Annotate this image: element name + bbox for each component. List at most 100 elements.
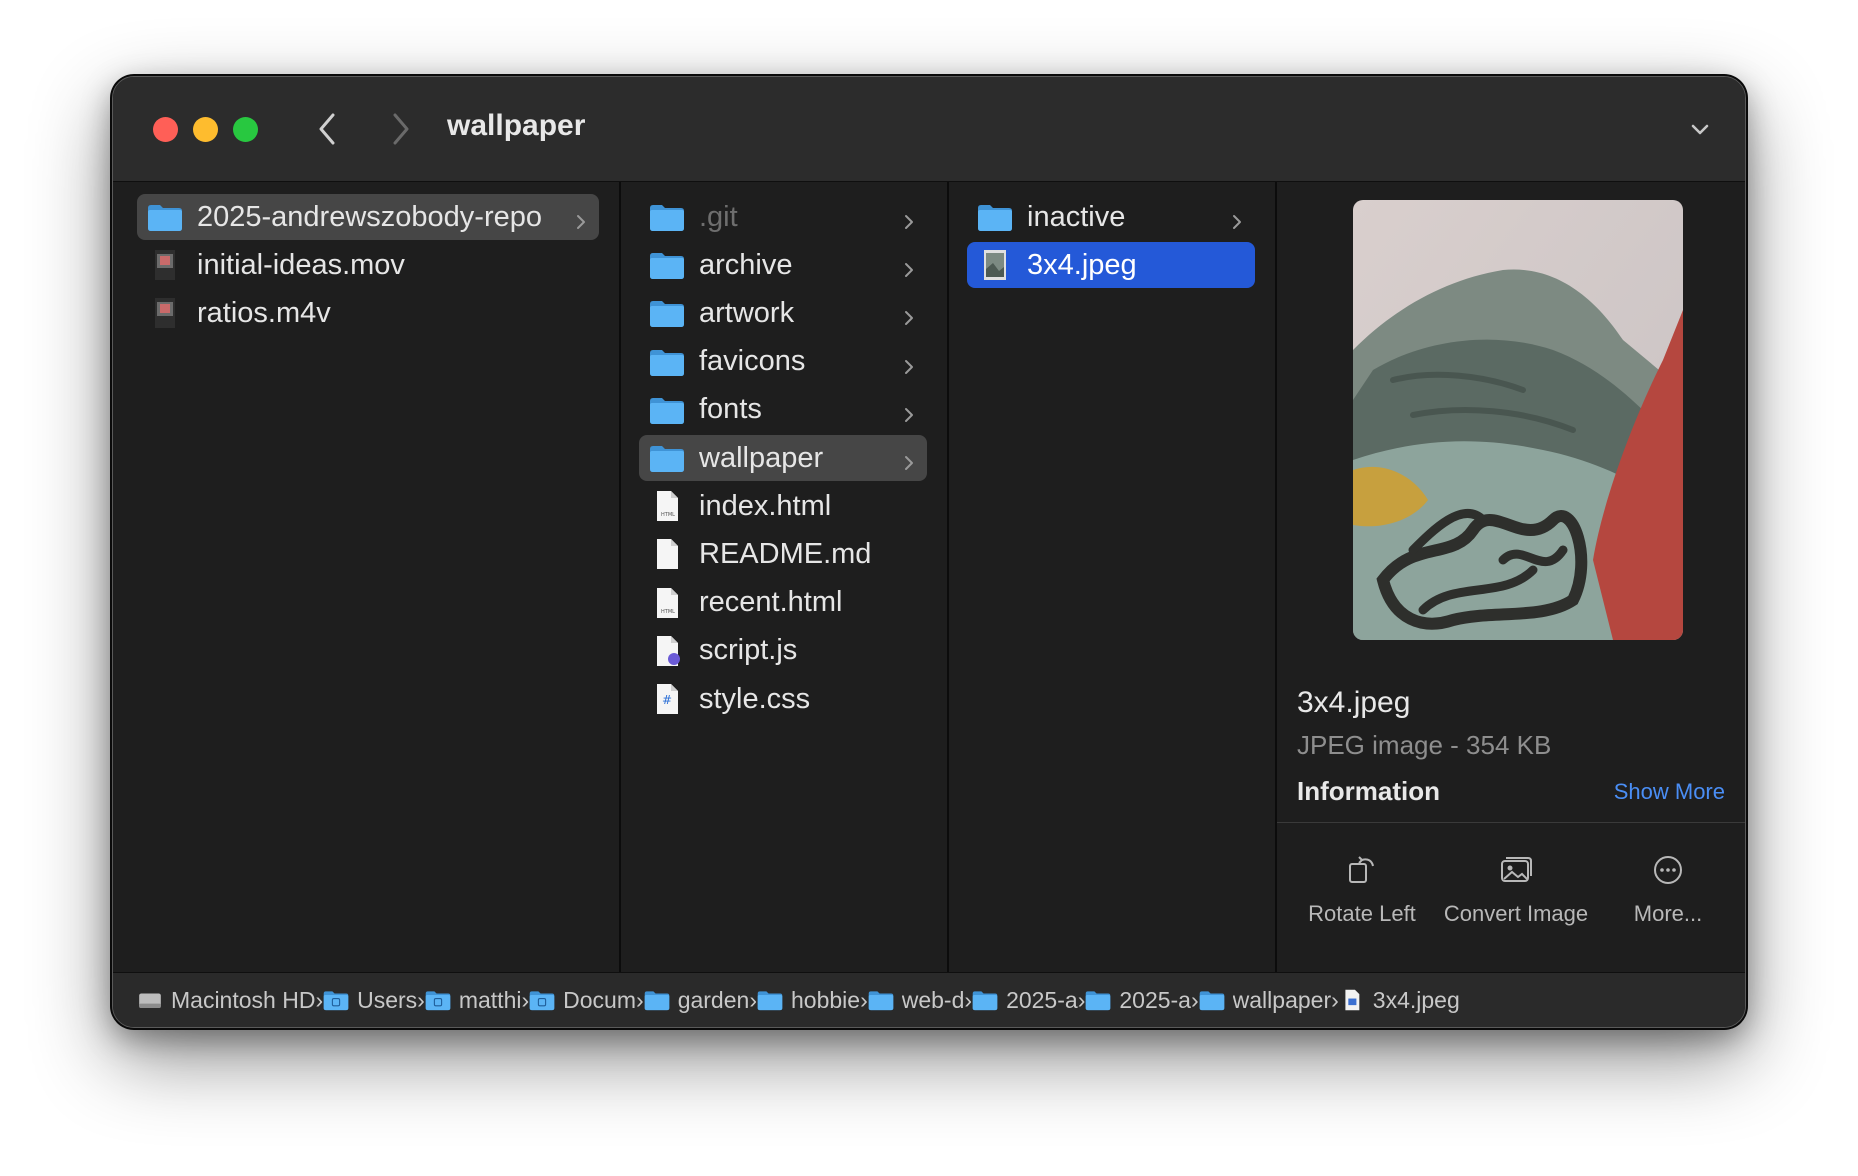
breadcrumb-item[interactable]: Docum bbox=[529, 973, 636, 1027]
list-item[interactable]: ratios.m4v bbox=[137, 290, 599, 336]
list-item[interactable]: HTML recent.html bbox=[639, 580, 927, 626]
more-button[interactable]: More... bbox=[1593, 852, 1743, 930]
list-item[interactable]: wallpaper bbox=[639, 435, 927, 481]
folder-icon bbox=[649, 297, 685, 329]
zoom-button[interactable] bbox=[233, 117, 258, 142]
chevron-right-icon bbox=[901, 400, 917, 422]
breadcrumb-item[interactable]: Users bbox=[323, 973, 417, 1027]
chevron-right-icon bbox=[901, 448, 917, 470]
folder-icon bbox=[649, 394, 685, 426]
breadcrumb-label: matthi bbox=[458, 986, 522, 1013]
preview-file-name: 3x4.jpeg bbox=[1297, 686, 1411, 719]
minimize-button[interactable] bbox=[193, 117, 218, 142]
list-item[interactable]: 2025-andrewszobody-repo bbox=[137, 194, 599, 240]
list-item[interactable]: README.md bbox=[639, 531, 927, 577]
browser-column-1[interactable]: 2025-andrewszobody-repo initial-ideas.mo… bbox=[119, 182, 621, 972]
item-label: wallpaper bbox=[699, 441, 824, 474]
item-label: index.html bbox=[699, 489, 832, 522]
convert-image-icon bbox=[1501, 857, 1532, 882]
close-button[interactable] bbox=[153, 117, 178, 142]
convert-image-button[interactable]: Convert Image bbox=[1441, 852, 1591, 930]
image-file-icon bbox=[1339, 989, 1365, 1011]
convert-image-label: Convert Image bbox=[1443, 901, 1589, 926]
breadcrumb-label: wallpaper bbox=[1232, 986, 1332, 1013]
folder-icon bbox=[147, 201, 183, 233]
list-item[interactable]: initial-ideas.mov bbox=[137, 242, 599, 288]
chevron-right-icon bbox=[1229, 207, 1245, 229]
video-thumbnail-icon bbox=[147, 249, 183, 281]
list-item[interactable]: favicons bbox=[639, 339, 927, 385]
breadcrumb-item[interactable]: web-d bbox=[868, 973, 965, 1027]
folder-icon bbox=[1085, 989, 1111, 1011]
item-label: recent.html bbox=[699, 586, 843, 619]
breadcrumb-item[interactable]: hobbie bbox=[757, 973, 860, 1027]
breadcrumb-label: hobbie bbox=[790, 986, 861, 1013]
list-item[interactable]: inactive bbox=[967, 194, 1255, 240]
item-label: fonts bbox=[699, 393, 762, 426]
chevron-right-icon bbox=[573, 207, 589, 229]
breadcrumb-separator: › bbox=[315, 986, 324, 1013]
folder-icon bbox=[649, 249, 685, 281]
folder-icon bbox=[868, 989, 894, 1011]
folder-icon bbox=[649, 442, 685, 474]
folder-icon bbox=[649, 201, 685, 233]
item-label: artwork bbox=[699, 296, 795, 329]
breadcrumb-separator: › bbox=[636, 986, 644, 1013]
breadcrumb-label: 3x4.jpeg bbox=[1372, 986, 1460, 1013]
chevron-right-icon bbox=[901, 303, 917, 326]
breadcrumb-item[interactable]: 2025-a bbox=[972, 973, 1078, 1027]
list-item[interactable]: .git bbox=[639, 194, 927, 240]
folder-icon bbox=[644, 989, 670, 1011]
list-item[interactable]: # style.css bbox=[639, 676, 927, 722]
item-label: inactive bbox=[1027, 200, 1126, 233]
html-file-icon: HTML bbox=[649, 490, 685, 522]
breadcrumb-label: web-d bbox=[901, 986, 965, 1013]
list-item[interactable]: archive bbox=[639, 242, 927, 288]
item-label: ratios.m4v bbox=[197, 296, 331, 329]
breadcrumb-item[interactable]: 2025-a bbox=[1085, 973, 1191, 1027]
back-button[interactable] bbox=[307, 107, 351, 151]
css-file-icon: # bbox=[649, 683, 685, 715]
html-file-icon: HTML bbox=[649, 587, 685, 619]
breadcrumb-separator: › bbox=[964, 986, 973, 1013]
documents-folder-icon bbox=[529, 989, 555, 1011]
image-thumbnail-icon bbox=[977, 249, 1013, 281]
finder-window: wallpaper 2025-andrewszobody-repo initia… bbox=[112, 76, 1746, 1028]
list-item[interactable]: script.js bbox=[639, 628, 927, 674]
item-label: .git bbox=[699, 200, 738, 233]
item-label: favicons bbox=[699, 345, 806, 378]
forward-button[interactable] bbox=[377, 107, 421, 151]
list-item[interactable]: artwork bbox=[639, 290, 927, 336]
rotate-left-icon bbox=[1349, 856, 1374, 883]
js-file-icon bbox=[649, 635, 685, 667]
chevron-right-icon bbox=[901, 207, 917, 229]
folder-icon bbox=[757, 989, 783, 1011]
document-icon bbox=[649, 538, 685, 570]
browser-column-2[interactable]: .git archive artwork favicons fonts wall… bbox=[621, 182, 949, 972]
item-label: README.md bbox=[699, 537, 872, 570]
list-item[interactable]: 3x4.jpeg bbox=[967, 242, 1255, 289]
breadcrumb-label: garden bbox=[677, 986, 750, 1013]
rotate-left-label: Rotate Left bbox=[1308, 901, 1416, 926]
breadcrumb-separator: › bbox=[1077, 986, 1086, 1013]
breadcrumb-separator: › bbox=[521, 986, 530, 1013]
chevron-down-icon[interactable] bbox=[1685, 115, 1715, 145]
svg-text:HTML: HTML bbox=[661, 512, 675, 518]
path-bar: Macintosh HD › Users › matthi › Docum › gard… bbox=[113, 972, 1745, 1027]
breadcrumb-item[interactable]: matthi bbox=[425, 973, 522, 1027]
image-preview bbox=[1353, 200, 1683, 640]
breadcrumb-item[interactable]: Macintosh HD bbox=[137, 973, 315, 1027]
breadcrumb-item[interactable]: 3x4.jpeg bbox=[1339, 973, 1460, 1027]
breadcrumb-item[interactable]: garden bbox=[644, 973, 750, 1027]
breadcrumb-label: Users bbox=[357, 986, 418, 1013]
preview-pane: 3x4.jpeg JPEG image - 354 KB Information… bbox=[1277, 182, 1745, 972]
svg-text:#: # bbox=[662, 693, 672, 707]
information-heading: Information bbox=[1297, 776, 1440, 806]
rotate-left-button[interactable]: Rotate Left bbox=[1287, 852, 1437, 930]
list-item[interactable]: fonts bbox=[639, 387, 927, 433]
video-thumbnail-icon bbox=[147, 297, 183, 329]
show-more-link[interactable]: Show More bbox=[1614, 779, 1725, 805]
breadcrumb-item[interactable]: wallpaper bbox=[1199, 973, 1331, 1027]
browser-column-3[interactable]: inactive 3x4.jpeg bbox=[949, 182, 1277, 972]
list-item[interactable]: HTML index.html bbox=[639, 483, 927, 529]
